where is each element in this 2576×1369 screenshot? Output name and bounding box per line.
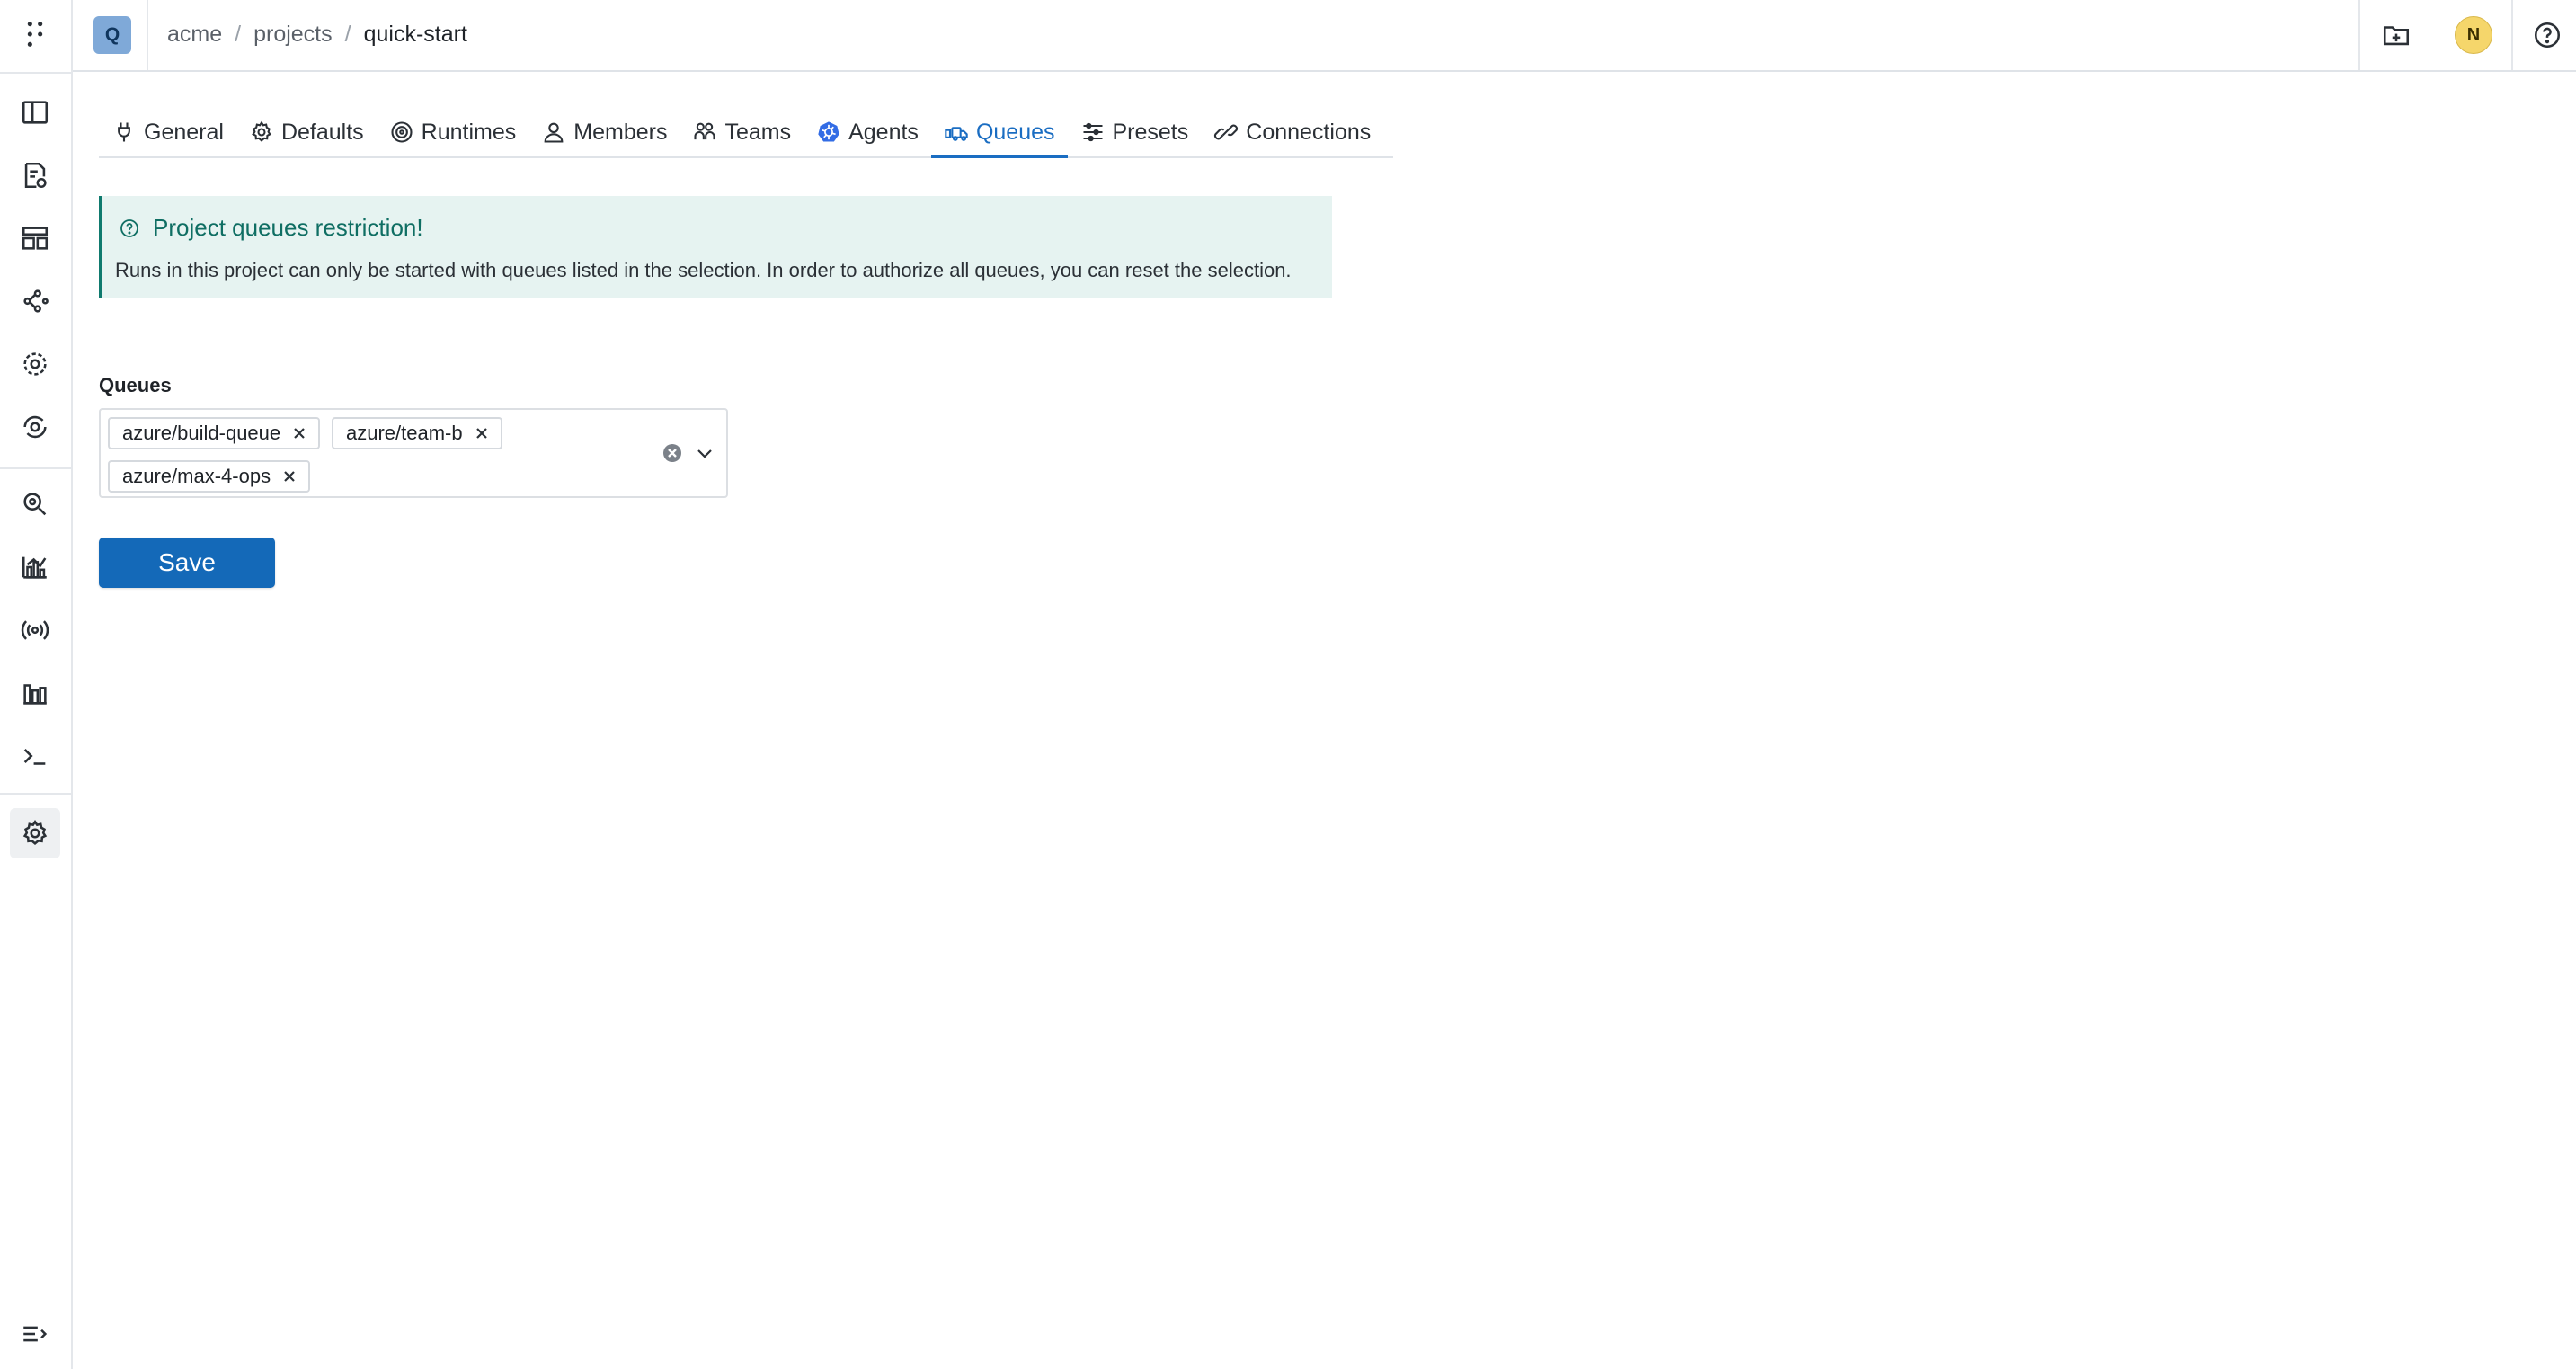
tab-label: Agents [848, 119, 919, 145]
breadcrumb-separator: / [344, 21, 351, 47]
presets-icon [1083, 122, 1102, 142]
dashboards-icon[interactable] [10, 213, 60, 263]
queue-chip-label: azure/max-4-ops [122, 465, 271, 487]
rail-divider [0, 72, 71, 74]
help-circle-icon [120, 218, 138, 237]
tab-queues[interactable]: Queues [930, 108, 1068, 158]
topbar-divider [2358, 0, 2360, 70]
left-nav-rail [0, 0, 73, 1369]
target-icon [391, 121, 413, 143]
queue-chip-label: azure/team-b [346, 422, 463, 444]
breadcrumb-current[interactable]: quick-start [364, 22, 467, 48]
callout-title-text: Project queues restriction! [153, 214, 423, 241]
topbar-divider [2511, 0, 2513, 70]
stats-icon[interactable] [10, 668, 60, 718]
tab-label: General [144, 119, 224, 145]
analytics-icon[interactable] [10, 542, 60, 592]
queue-icon [945, 127, 968, 141]
components-icon[interactable] [10, 339, 60, 389]
project-badge[interactable]: Q [93, 16, 131, 54]
terminal-icon[interactable] [10, 731, 60, 781]
tab-label: Defaults [280, 119, 364, 145]
callout-title: Project queues restriction! [119, 214, 423, 242]
tab-label: Presets [1112, 119, 1189, 145]
queue-chip-label: azure/build-queue [122, 422, 281, 444]
queues-restriction-callout: Project queues restriction! Runs in this… [99, 196, 1332, 298]
remove-chip-icon[interactable] [291, 425, 307, 441]
breadcrumb: acme / projects / quick-start [167, 18, 467, 50]
search-icon[interactable] [10, 479, 60, 529]
clear-selection-icon[interactable] [662, 442, 683, 464]
tab-general[interactable]: General [99, 108, 236, 156]
team-icon [694, 122, 716, 140]
chevron-down-icon[interactable] [694, 442, 715, 464]
remove-chip-icon[interactable] [281, 468, 298, 484]
settings-icon[interactable] [10, 808, 60, 858]
apps-grid-icon[interactable] [10, 9, 60, 59]
queue-chip: azure/team-b [332, 417, 502, 449]
topbar-divider [147, 0, 148, 70]
tab-label: Teams [724, 119, 792, 145]
tab-label: Members [573, 119, 668, 145]
breadcrumb-projects[interactable]: projects [253, 22, 333, 48]
models-icon[interactable] [10, 402, 60, 452]
plug-icon [118, 122, 130, 142]
queues-multiselect[interactable]: azure/build-queue azure/team-b azure/max… [99, 408, 728, 498]
callout-body: Runs in this project can only be started… [115, 259, 1292, 281]
tab-runtimes[interactable]: Runtimes [377, 108, 529, 156]
broadcast-icon[interactable] [10, 605, 60, 655]
tab-label: Connections [1246, 119, 1372, 145]
expand-menu-icon[interactable] [10, 1309, 60, 1359]
top-bar: Q acme / projects / quick-start N [73, 0, 2576, 72]
tab-teams[interactable]: Teams [680, 108, 804, 156]
rail-divider [0, 467, 71, 469]
breadcrumb-org[interactable]: acme [167, 22, 222, 48]
connection-icon [1214, 124, 1239, 140]
save-button[interactable]: Save [99, 538, 275, 588]
person-icon [544, 122, 564, 143]
queue-chip: azure/max-4-ops [108, 460, 311, 493]
runs-icon[interactable] [10, 150, 60, 200]
queue-chip: azure/build-queue [108, 417, 321, 449]
breadcrumb-separator: / [235, 21, 242, 47]
layout-panel-icon[interactable] [10, 87, 60, 138]
queues-label: Queues [99, 374, 172, 396]
help-icon[interactable] [2528, 16, 2566, 54]
user-avatar[interactable]: N [2455, 16, 2492, 54]
remove-chip-icon[interactable] [474, 425, 490, 441]
dag-icon[interactable] [10, 276, 60, 326]
tab-connections[interactable]: Connections [1201, 108, 1383, 156]
new-folder-icon[interactable] [2377, 16, 2415, 54]
tab-agents[interactable]: Agents [804, 108, 931, 156]
tab-members[interactable]: Members [529, 108, 680, 156]
tab-defaults[interactable]: Defaults [236, 108, 377, 156]
settings-tabs: General Defaults Runtimes Members Teams … [99, 108, 1393, 158]
gear-icon [252, 120, 271, 142]
tab-presets[interactable]: Presets [1068, 108, 1202, 156]
rail-divider [0, 793, 71, 795]
kubernetes-icon [818, 121, 839, 142]
tab-label: Runtimes [421, 119, 517, 145]
tab-label: Queues [975, 119, 1055, 145]
